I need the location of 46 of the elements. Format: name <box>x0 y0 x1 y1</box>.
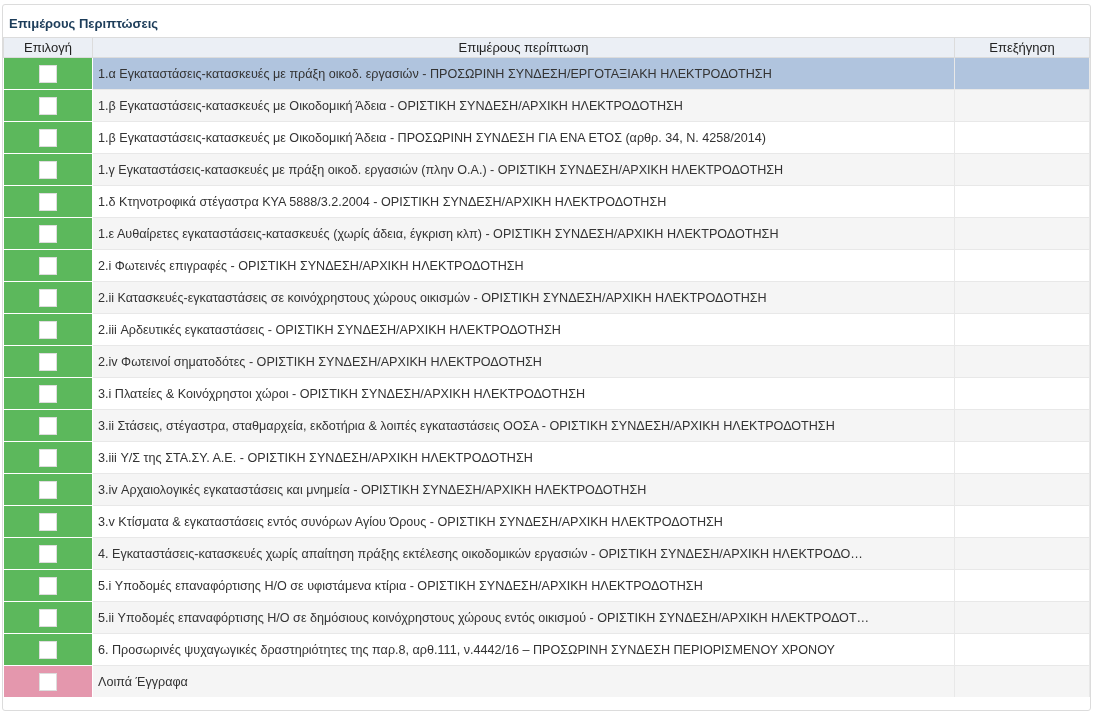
checkbox[interactable] <box>38 256 57 275</box>
table-row[interactable]: 2.ii Κατασκευές-εγκαταστάσεις σε κοινόχρηστους χώρους οικισμών - ΟΡΙΣΤΙΚΗ ΣΥΝΔΕΣΗ/ΑΡΧΙΚΗ ΗΛΕΚΤΡΟΔΟΤΗΣΗ <box>3 281 1090 314</box>
table-row[interactable]: 3.iv Αρχαιολογικές εγκαταστάσεις και μνημεία - ΟΡΙΣΤΙΚΗ ΣΥΝΔΕΣΗ/ΑΡΧΙΚΗ ΗΛΕΚΤΡΟΔΟΤΗΣΗ <box>3 473 1090 506</box>
checkbox[interactable] <box>38 320 57 339</box>
checkbox[interactable] <box>38 96 57 115</box>
panel-title: Επιμέρους Περιπτώσεις <box>8 15 159 33</box>
checkbox[interactable] <box>38 480 57 499</box>
checkbox[interactable] <box>38 128 57 147</box>
table-row[interactable]: 2.iv Φωτεινοί σηματοδότες - ΟΡΙΣΤΙΚΗ ΣΥΝΔΕΣΗ/ΑΡΧΙΚΗ ΗΛΕΚΤΡΟΔΟΤΗΣΗ <box>3 345 1090 378</box>
table-cell: 2.iv Φωτεινοί σηματοδότες - ΟΡΙΣΤΙΚΗ ΣΥΝΔΕΣΗ/ΑΡΧΙΚΗ ΗΛΕΚΤΡΟΔΟΤΗΣΗ <box>92 345 955 378</box>
table-cell: 4. Εγκαταστάσεις-κατασκευές χωρίς απαίτηση πράξης εκτέλεσης οικοδομικών εργασιών - ΟΡΙΣΤΙΚΗ ΣΥΝΔΕΣΗ/ΑΡΧΙΚΗ ΗΛΕΚΤΡΟΔΟ… <box>92 537 955 570</box>
table-row[interactable]: 3.ii Στάσεις, στέγαστρα, σταθμαρχεία, εκδοτήρια & λοιπές εγκαταστάσεις ΟΟΣΑ - ΟΡΙΣΤΙΚΗ ΣΥΝΔΕΣΗ/ΑΡΧΙΚΗ ΗΛΕΚΤΡΟΔΟΤΗΣΗ <box>3 409 1090 442</box>
table-row[interactable]: 4. Εγκαταστάσεις-κατασκευές χωρίς απαίτηση πράξης εκτέλεσης οικοδομικών εργασιών - ΟΡΙΣΤΙΚΗ ΣΥΝΔΕΣΗ/ΑΡΧΙΚΗ ΗΛΕΚΤΡΟΔΟ… <box>3 537 1090 570</box>
checkbox[interactable] <box>38 288 57 307</box>
checkbox[interactable] <box>38 672 57 691</box>
table-cell: 1.β Εγκαταστάσεις-κατασκευές με Οικοδομική Άδεια - ΟΡΙΣΤΙΚΗ ΣΥΝΔΕΣΗ/ΑΡΧΙΚΗ ΗΛΕΚΤΡΟΔΟΤΗΣΗ <box>92 89 955 122</box>
table-cell: 1.α Εγκαταστάσεις-κατασκευές με πράξη οικοδ. εργασιών - ΠΡΟΣΩΡΙΝΗ ΣΥΝΔΕΣΗ/ΕΡΓΟΤΑΞΙΑΚΗ ΗΛΕΚΤΡΟΔΟΤΗΣΗ <box>92 57 955 90</box>
checkbox[interactable] <box>38 512 57 531</box>
checkbox[interactable] <box>38 640 57 659</box>
checkbox[interactable] <box>38 544 57 563</box>
table-row[interactable]: 1.γ Εγκαταστάσεις-κατασκευές με πράξη οικοδ. εργασιών (πλην Ο.Α.) - ΟΡΙΣΤΙΚΗ ΣΥΝΔΕΣΗ/ΑΡΧΙΚΗ ΗΛΕΚΤΡΟΔΟΤΗΣΗ <box>3 153 1090 186</box>
checkbox[interactable] <box>38 64 57 83</box>
table-cell: 3.ii Στάσεις, στέγαστρα, σταθμαρχεία, εκδοτήρια & λοιπές εγκαταστάσεις ΟΟΣΑ - ΟΡΙΣΤΙΚΗ ΣΥΝΔΕΣΗ/ΑΡΧΙΚΗ ΗΛΕΚΤΡΟΔΟΤΗΣΗ <box>92 409 955 442</box>
table-row[interactable]: 1.ε Αυθαίρετες εγκαταστάσεις-κατασκευές (χωρίς άδεια, έγκριση κλπ) - ΟΡΙΣΤΙΚΗ ΣΥΝΔΕΣΗ/ΑΡΧΙΚΗ ΗΛΕΚΤΡΟΔΟΤΗΣΗ <box>3 217 1090 250</box>
table-row[interactable]: 1.α Εγκαταστάσεις-κατασκευές με πράξη οικοδ. εργασιών - ΠΡΟΣΩΡΙΝΗ ΣΥΝΔΕΣΗ/ΕΡΓΟΤΑΞΙΑΚΗ ΗΛΕΚΤΡΟΔΟΤΗΣΗ <box>3 57 1090 90</box>
checkbox[interactable] <box>38 416 57 435</box>
checkbox[interactable] <box>38 576 57 595</box>
column-header: Επεξήγηση <box>954 37 1090 58</box>
checkbox[interactable] <box>38 352 57 371</box>
table-cell: Λοιπά Έγγραφα <box>92 665 955 697</box>
checkbox[interactable] <box>38 192 57 211</box>
table-row[interactable]: 5.ii Υποδομές επαναφόρτισης Η/Ο σε δημόσιους κοινόχρηστους χώρους εντός οικισμού - ΟΡΙΣΤΙΚΗ ΣΥΝΔΕΣΗ/ΑΡΧΙΚΗ ΗΛΕΚΤΡΟΔΟΤ… <box>3 601 1090 634</box>
table-row[interactable]: Λοιπά Έγγραφα <box>3 665 1090 697</box>
table-cell: 5.ii Υποδομές επαναφόρτισης Η/Ο σε δημόσιους κοινόχρηστους χώρους εντός οικισμού - ΟΡΙΣΤΙΚΗ ΣΥΝΔΕΣΗ/ΑΡΧΙΚΗ ΗΛΕΚΤΡΟΔΟΤ… <box>92 601 955 634</box>
table-cell: 1.ε Αυθαίρετες εγκαταστάσεις-κατασκευές (χωρίς άδεια, έγκριση κλπ) - ΟΡΙΣΤΙΚΗ ΣΥΝΔΕΣΗ/ΑΡΧΙΚΗ ΗΛΕΚΤΡΟΔΟΤΗΣΗ <box>92 217 955 250</box>
table-row[interactable]: 1.β Εγκαταστάσεις-κατασκευές με Οικοδομική Άδεια - ΟΡΙΣΤΙΚΗ ΣΥΝΔΕΣΗ/ΑΡΧΙΚΗ ΗΛΕΚΤΡΟΔΟΤΗΣΗ <box>3 89 1090 122</box>
checkbox[interactable] <box>38 448 57 467</box>
checkbox[interactable] <box>38 608 57 627</box>
table-cell: 3.iv Αρχαιολογικές εγκαταστάσεις και μνημεία - ΟΡΙΣΤΙΚΗ ΣΥΝΔΕΣΗ/ΑΡΧΙΚΗ ΗΛΕΚΤΡΟΔΟΤΗΣΗ <box>92 473 955 506</box>
column-header: Επιμέρους περίπτωση <box>92 37 955 58</box>
table-cell: 1.γ Εγκαταστάσεις-κατασκευές με πράξη οικοδ. εργασιών (πλην Ο.Α.) - ΟΡΙΣΤΙΚΗ ΣΥΝΔΕΣΗ/ΑΡΧΙΚΗ ΗΛΕΚΤΡΟΔΟΤΗΣΗ <box>92 153 955 186</box>
checkbox[interactable] <box>38 384 57 403</box>
column-header: Επιλογή <box>3 37 93 58</box>
checkbox[interactable] <box>38 224 57 243</box>
checkbox[interactable] <box>38 160 57 179</box>
table-cell: 2.ii Κατασκευές-εγκαταστάσεις σε κοινόχρηστους χώρους οικισμών - ΟΡΙΣΤΙΚΗ ΣΥΝΔΕΣΗ/ΑΡΧΙΚΗ ΗΛΕΚΤΡΟΔΟΤΗΣΗ <box>92 281 955 314</box>
